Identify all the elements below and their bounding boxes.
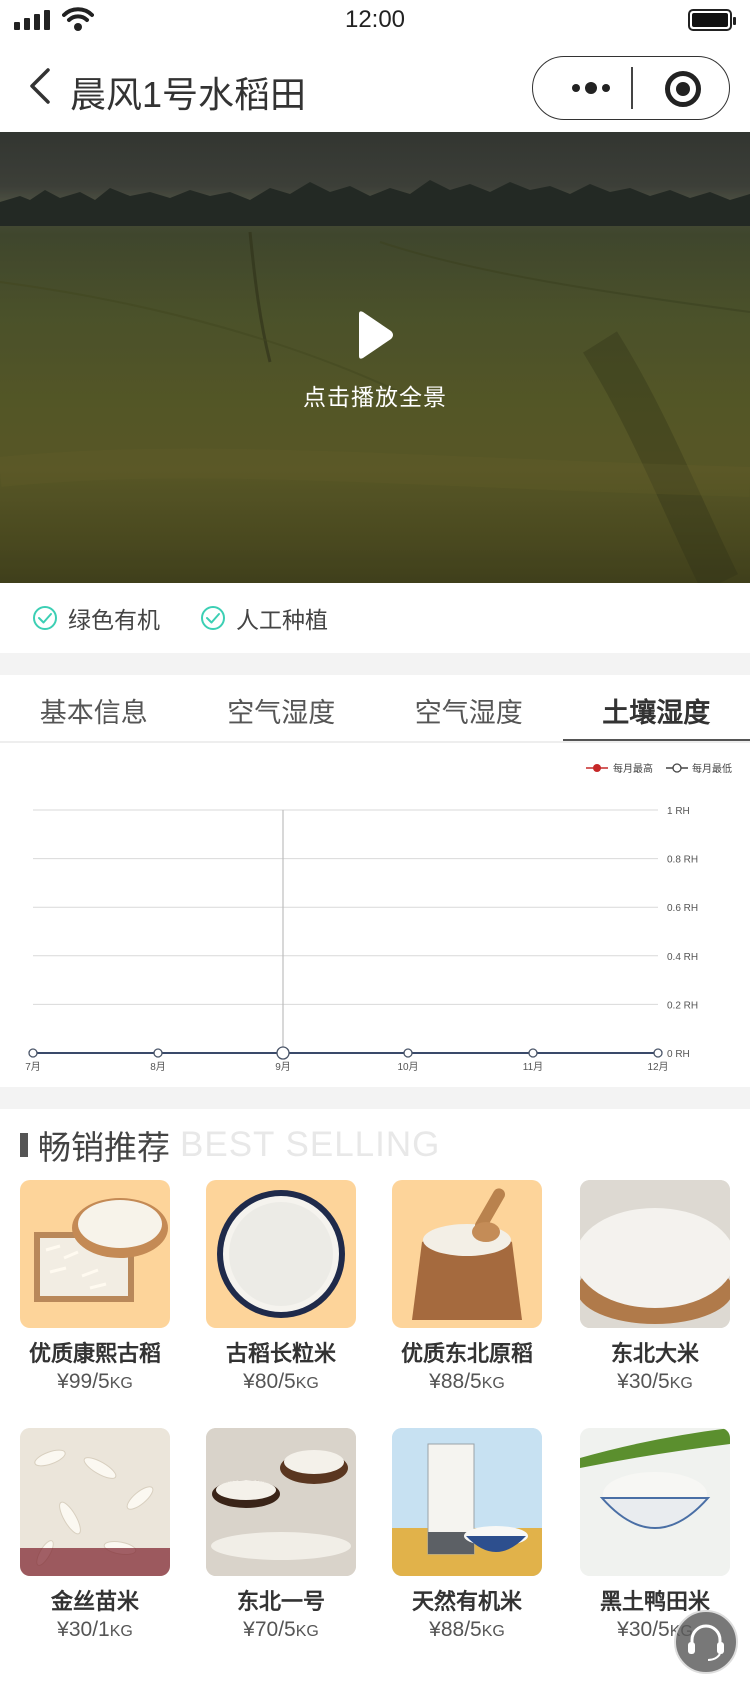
product-price: ¥70/5KG: [243, 1618, 319, 1641]
check-circle-icon: [201, 606, 225, 630]
page-title: 晨风1号水稻田: [70, 74, 307, 115]
section-marker: [20, 1133, 28, 1157]
tab-air-humidity-1[interactable]: 空气湿度: [188, 675, 376, 743]
status-bar: 12:00: [0, 0, 750, 40]
product-name: 优质东北原稻: [400, 1341, 533, 1366]
tag-label: 绿色有机: [68, 607, 160, 633]
section-title: 畅销推荐: [38, 1129, 170, 1166]
tab-air-humidity-2[interactable]: 空气湿度: [375, 675, 563, 743]
product-card[interactable]: 优质康熙古稻 ¥99/5KG: [20, 1180, 170, 1394]
product-card[interactable]: 东北一号 ¥70/5KG: [206, 1428, 356, 1642]
product-card[interactable]: 金丝苗米 ¥30/1KG: [20, 1428, 170, 1642]
play-icon[interactable]: [355, 310, 395, 360]
x-tick-label: 7月: [25, 1061, 41, 1073]
product-image: [392, 1428, 542, 1576]
product-name: 天然有机米: [411, 1589, 522, 1614]
data-point: [528, 1048, 538, 1058]
feature-tags: 绿色有机 人工种植: [0, 583, 750, 653]
product-price: ¥30/5KG: [617, 1370, 693, 1393]
product-price: ¥99/5KG: [57, 1370, 133, 1393]
legend-marker: [672, 763, 682, 773]
chart-svg: 1 RH 0.8 RH 0.6 RH 0.4 RH 0.2 RH 0 RH 7月 8月 9月 10…: [25, 762, 732, 1073]
battery-icon: [688, 9, 736, 31]
data-point: [153, 1048, 163, 1058]
more-icon[interactable]: [561, 73, 621, 103]
tab-basic-info[interactable]: 基本信息: [0, 675, 188, 743]
product-image: [206, 1180, 356, 1328]
product-image: [20, 1428, 170, 1576]
x-tick-label: 12月: [647, 1061, 668, 1073]
customer-service-button[interactable]: [674, 1610, 738, 1674]
data-point: [276, 1046, 290, 1060]
panorama-hero[interactable]: 点击播放全景: [0, 132, 750, 583]
product-name: 东北大米: [610, 1341, 699, 1366]
product-image: [580, 1428, 730, 1576]
mini-program-capsule: [532, 56, 730, 120]
best-selling-header: 畅销推荐 BEST SELLING: [20, 1120, 440, 1170]
data-point: [28, 1048, 38, 1058]
product-price: ¥88/5KG: [429, 1618, 505, 1641]
data-point: [653, 1048, 663, 1058]
x-tick-label: 11月: [523, 1061, 543, 1073]
section-subtitle: BEST SELLING: [180, 1125, 441, 1164]
product-name: 优质康熙古稻: [28, 1341, 161, 1366]
rice-porcelain-picture: [580, 1428, 730, 1576]
rice-bowl-picture: [580, 1180, 730, 1328]
tag-manual: 人工种植: [200, 601, 328, 635]
product-card[interactable]: 古稻长粒米 ¥80/5KG: [206, 1180, 356, 1394]
rice-crate-picture: [34, 1198, 168, 1302]
product-price: ¥80/5KG: [243, 1370, 319, 1393]
product-price: ¥88/5KG: [429, 1370, 505, 1393]
y-tick-label: 0.4 RH: [667, 952, 698, 963]
rice-package-picture: [392, 1428, 542, 1576]
y-tick-label: 1 RH: [667, 806, 690, 817]
section-divider: [0, 1087, 750, 1109]
y-tick-label: 0.2 RH: [667, 1000, 698, 1011]
product-image: [392, 1180, 542, 1328]
product-image: [580, 1180, 730, 1328]
legend-label: 每月最低: [692, 762, 732, 775]
product-price: ¥30/1KG: [57, 1618, 133, 1641]
section-divider: [0, 653, 750, 675]
nav-bar: 晨风1号水稻田: [0, 40, 750, 132]
tag-organic: 绿色有机: [32, 601, 160, 635]
rice-closeup-picture: [20, 1428, 170, 1576]
product-name: 东北一号: [236, 1589, 325, 1614]
play-panorama-label[interactable]: 点击播放全景: [0, 378, 750, 412]
legend-label: 每月最高: [613, 762, 653, 775]
status-time: 12:00: [344, 6, 406, 33]
y-tick-label: 0 RH: [667, 1049, 690, 1060]
product-name: 金丝苗米: [50, 1589, 139, 1614]
y-tick-label: 0.8 RH: [667, 855, 698, 866]
back-arrow-icon[interactable]: [22, 64, 62, 108]
close-target-icon[interactable]: [665, 71, 701, 107]
x-tick-label: 9月: [275, 1061, 291, 1073]
product-image: [20, 1180, 170, 1328]
product-image: [206, 1428, 356, 1576]
product-card[interactable]: 天然有机米 ¥88/5KG: [392, 1428, 542, 1642]
product-name: 古稻长粒米: [225, 1341, 336, 1366]
product-card[interactable]: 优质东北原稻 ¥88/5KG: [392, 1180, 542, 1394]
rice-wood-bowls-picture: [206, 1428, 356, 1576]
tab-soil-humidity[interactable]: 土壤湿度: [562, 675, 750, 743]
x-tick-label: 10月: [397, 1061, 418, 1073]
data-point: [403, 1048, 413, 1058]
humidity-chart: 1 RH 0.8 RH 0.6 RH 0.4 RH 0.2 RH 0 RH 7月 8月 9月 10…: [0, 743, 750, 1087]
tab-bar: 基本信息 空气湿度 空气湿度 土壤湿度: [0, 675, 750, 743]
x-tick-label: 8月: [150, 1061, 166, 1073]
y-tick-label: 0.6 RH: [667, 903, 698, 914]
check-circle-icon: [33, 606, 57, 630]
headset-icon: [688, 1624, 724, 1661]
rice-plate-picture: [217, 1190, 345, 1318]
rice-sack-picture: [412, 1188, 522, 1320]
tag-label: 人工种植: [236, 607, 328, 633]
capsule-divider: [631, 67, 633, 109]
product-card[interactable]: 东北大米 ¥30/5KG: [580, 1180, 730, 1394]
legend-marker: [593, 764, 601, 772]
